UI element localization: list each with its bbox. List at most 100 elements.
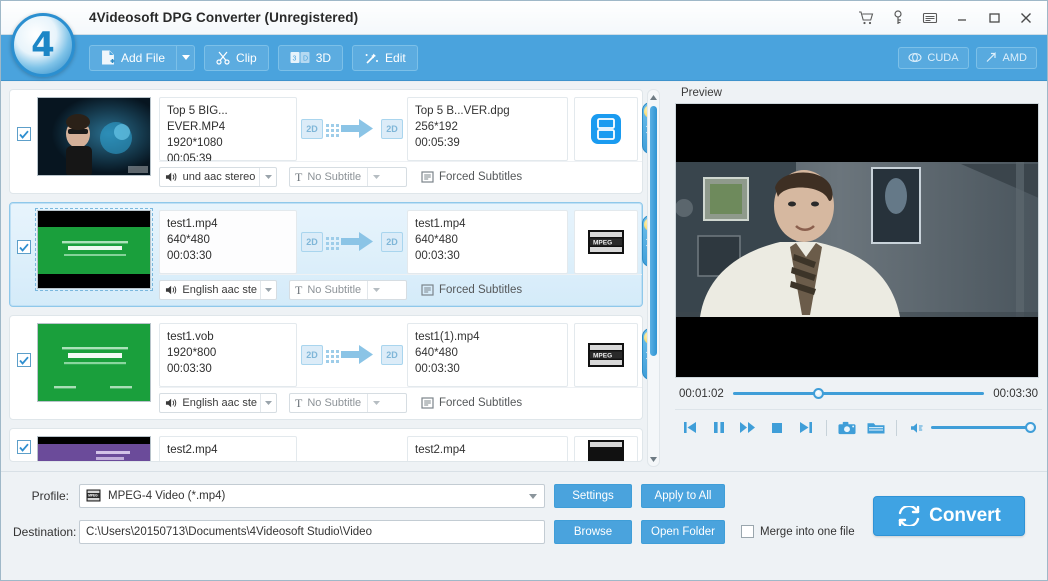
chevron-down-icon[interactable] bbox=[259, 281, 276, 299]
register-icon[interactable] bbox=[915, 4, 945, 32]
convert-button[interactable]: Convert bbox=[873, 496, 1025, 536]
svg-text:MPEG: MPEG bbox=[88, 494, 98, 498]
snapshot-button[interactable] bbox=[838, 421, 856, 435]
seek-knob[interactable] bbox=[813, 388, 825, 399]
profile-value: MPEG-4 Video (*.mp4) bbox=[108, 489, 226, 502]
chevron-down-icon[interactable] bbox=[367, 394, 384, 412]
forced-subtitles-toggle[interactable]: Forced Subtitles bbox=[421, 397, 522, 409]
cart-icon[interactable] bbox=[851, 4, 881, 32]
three-d-icon: 3D bbox=[290, 51, 310, 65]
speaker-icon bbox=[165, 285, 177, 295]
seek-row: 00:01:02 00:03:30 bbox=[675, 378, 1042, 409]
svg-text:3: 3 bbox=[292, 55, 296, 62]
forced-subtitles-toggle[interactable]: Forced Subtitles bbox=[421, 171, 522, 183]
forced-subtitles-icon bbox=[421, 171, 434, 183]
source-dimension-badge: 2D bbox=[301, 345, 323, 365]
seek-slider[interactable] bbox=[732, 387, 985, 401]
chevron-down-icon[interactable] bbox=[259, 394, 276, 412]
scrollbar-thumb[interactable] bbox=[650, 106, 657, 356]
table-row[interactable]: test2.mp4 test2.mp4 bbox=[9, 428, 643, 462]
cuda-label: CUDA bbox=[927, 51, 959, 64]
cuda-button[interactable]: CUDA bbox=[898, 46, 969, 69]
minimize-icon[interactable] bbox=[947, 4, 977, 32]
output-format-button[interactable] bbox=[574, 97, 638, 161]
open-folder-button[interactable] bbox=[867, 421, 885, 435]
browse-button[interactable]: Browse bbox=[554, 519, 632, 544]
source-filename: test1.mp4 bbox=[167, 218, 218, 230]
output-format-button[interactable]: MPEG bbox=[574, 210, 638, 274]
forced-subtitles-label: Forced Subtitles bbox=[439, 284, 523, 296]
application-window: 4Videosoft DPG Converter (Unregistered) bbox=[0, 0, 1048, 581]
chevron-down-icon[interactable] bbox=[367, 281, 384, 299]
row-content: test1.mp4 640*480 00:03:30 2D 2D test1.m… bbox=[151, 210, 642, 306]
output-format-button[interactable] bbox=[574, 436, 638, 461]
profile-select[interactable]: MPEG MPEG-4 Video (*.mp4) bbox=[79, 483, 545, 508]
conversion-indicator: 2D 2D bbox=[297, 97, 407, 161]
settings-button[interactable]: Settings bbox=[554, 483, 632, 508]
destination-input[interactable]: C:\Users\20150713\Documents\4Videosoft S… bbox=[79, 519, 545, 544]
key-icon[interactable] bbox=[883, 4, 913, 32]
output-filename: test1.mp4 bbox=[415, 218, 466, 230]
stop-button[interactable] bbox=[768, 422, 786, 434]
file-list-scrollbar[interactable] bbox=[647, 89, 660, 467]
source-thumbnail bbox=[37, 436, 151, 461]
add-file-label: Add File bbox=[121, 50, 166, 65]
subtitle-select[interactable]: T No Subtitle bbox=[289, 393, 407, 413]
speaker-icon bbox=[165, 172, 177, 182]
scroll-up-icon[interactable] bbox=[648, 91, 659, 103]
scroll-down-icon[interactable] bbox=[648, 453, 659, 465]
row-checkbox[interactable] bbox=[17, 127, 31, 141]
add-file-icon bbox=[101, 50, 115, 65]
close-icon[interactable] bbox=[1011, 4, 1041, 32]
window-controls bbox=[851, 1, 1041, 35]
forward-button[interactable] bbox=[739, 421, 757, 434]
previous-button[interactable] bbox=[681, 421, 699, 434]
row-checkbox[interactable] bbox=[17, 440, 31, 454]
output-resolution: 640*480 bbox=[415, 234, 458, 246]
volume-slider[interactable] bbox=[931, 422, 1036, 434]
maximize-icon[interactable] bbox=[979, 4, 1009, 32]
clip-button[interactable]: Clip bbox=[204, 44, 269, 71]
forced-subtitles-toggle[interactable]: Forced Subtitles bbox=[421, 284, 522, 296]
volume-icon[interactable] bbox=[908, 422, 926, 434]
add-file-dropdown-button[interactable] bbox=[176, 44, 196, 71]
table-row[interactable]: test1.mp4 640*480 00:03:30 2D 2D test1.m… bbox=[9, 202, 659, 307]
table-row[interactable]: test1.vob 1920*800 00:03:30 2D 2D test1(… bbox=[9, 315, 659, 420]
convert-icon bbox=[898, 506, 920, 526]
chevron-down-icon[interactable] bbox=[367, 168, 384, 186]
table-row[interactable]: Top 5 BIG... EVER.MP4 1920*1080 00:05:39… bbox=[9, 89, 659, 194]
edit-button[interactable]: Edit bbox=[352, 44, 418, 71]
row-checkbox[interactable] bbox=[17, 240, 31, 254]
three-d-button[interactable]: 3D 3D bbox=[277, 44, 344, 71]
source-dimension-badge: 2D bbox=[301, 119, 323, 139]
next-button[interactable] bbox=[797, 421, 815, 434]
magic-wand-icon bbox=[364, 51, 379, 65]
audio-track-select[interactable]: English aac ste bbox=[159, 393, 277, 413]
add-file-button[interactable]: Add File bbox=[89, 44, 177, 71]
row-actions[interactable] bbox=[642, 433, 643, 462]
amd-icon bbox=[986, 52, 996, 62]
merge-into-one-file-checkbox[interactable]: Merge into one file bbox=[741, 525, 855, 538]
row-checkbox[interactable] bbox=[17, 353, 31, 367]
open-folder-button[interactable]: Open Folder bbox=[641, 519, 725, 544]
audio-track-select[interactable]: English aac ste bbox=[159, 280, 277, 300]
source-info: test1.mp4 640*480 00:03:30 bbox=[159, 210, 297, 274]
chevron-down-icon[interactable] bbox=[259, 168, 276, 186]
subtitle-select[interactable]: T No Subtitle bbox=[289, 167, 407, 187]
audio-track-value: und aac stereo bbox=[182, 171, 256, 183]
volume-knob[interactable] bbox=[1025, 422, 1036, 433]
apply-to-all-button[interactable]: Apply to All bbox=[641, 483, 725, 508]
pause-button[interactable] bbox=[710, 421, 728, 434]
audio-track-select[interactable]: und aac stereo bbox=[159, 167, 277, 187]
source-duration: 00:03:30 bbox=[167, 250, 212, 262]
chevron-down-icon[interactable] bbox=[529, 490, 537, 502]
subtitle-select[interactable]: T No Subtitle bbox=[289, 280, 407, 300]
preview-label: Preview bbox=[681, 87, 722, 99]
amd-button[interactable]: AMD bbox=[975, 46, 1037, 69]
output-format-button[interactable]: MPEG bbox=[574, 323, 638, 387]
row-bottom: English aac ste T No Subtitle Forced Sub… bbox=[159, 387, 642, 415]
preview-video[interactable] bbox=[675, 103, 1039, 378]
file-list[interactable]: Top 5 BIG... EVER.MP4 1920*1080 00:05:39… bbox=[9, 89, 660, 471]
merge-checkbox-box[interactable] bbox=[741, 525, 754, 538]
output-dimension-badge: 2D bbox=[381, 345, 403, 365]
